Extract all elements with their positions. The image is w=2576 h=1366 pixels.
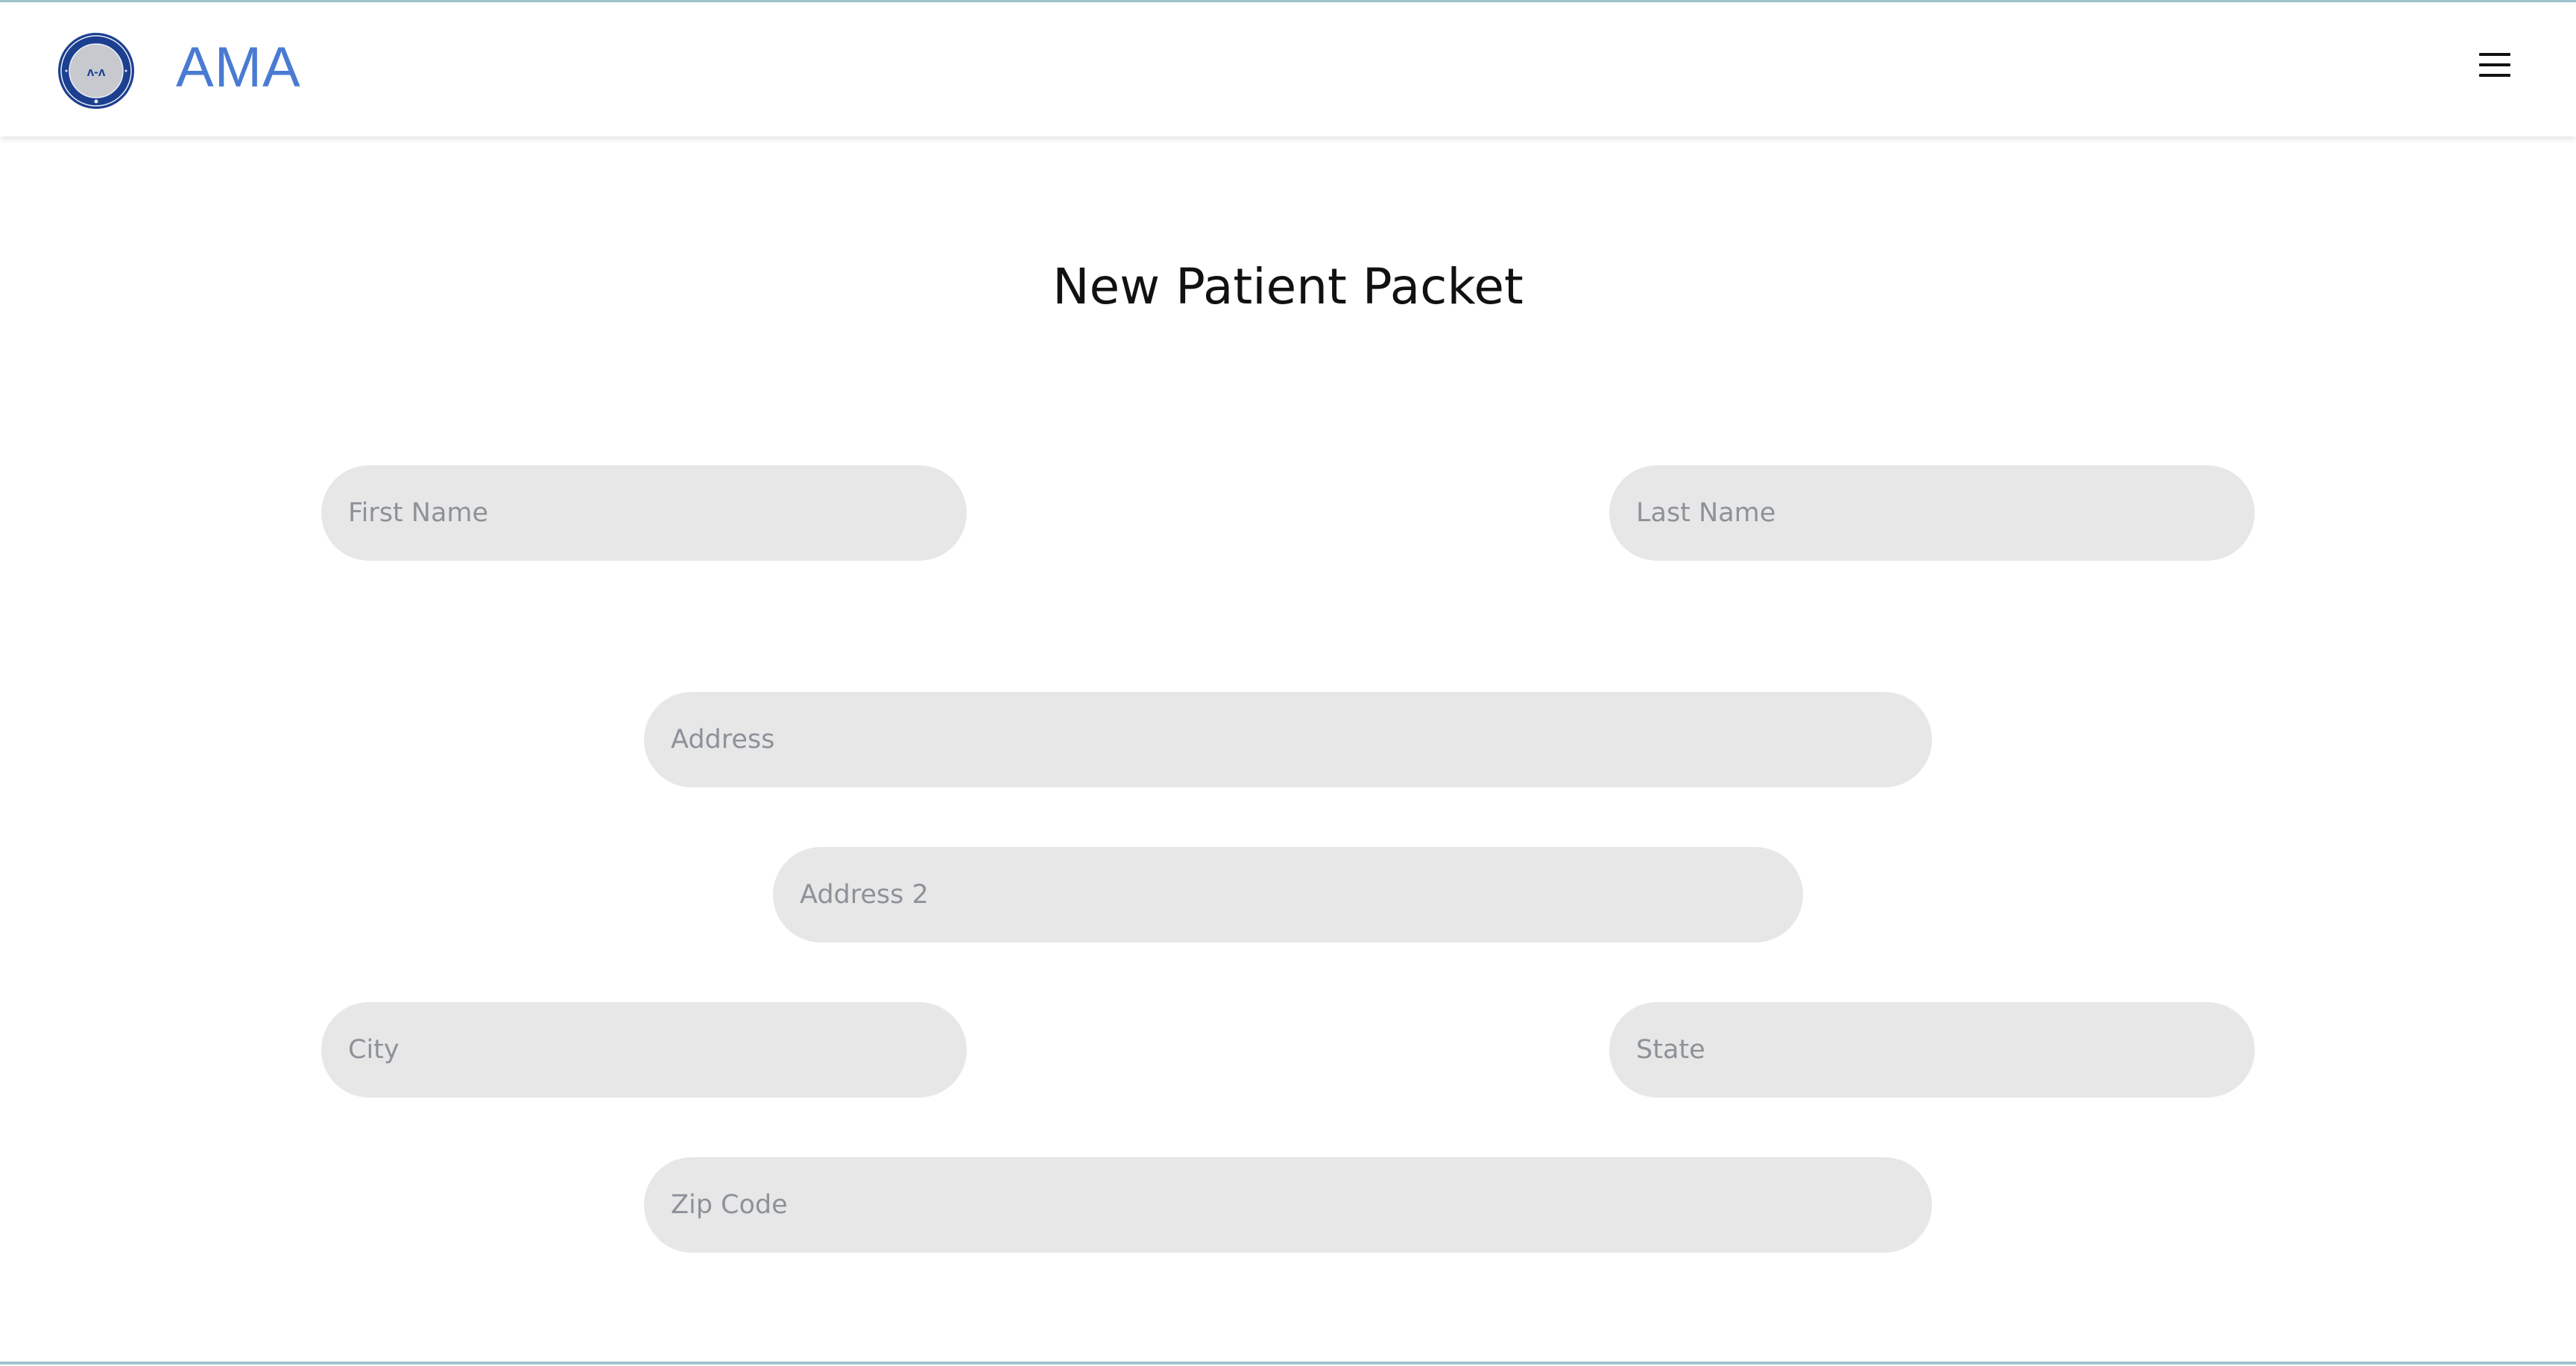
navbar: ᴧ-ᴧ AMA — [0, 2, 2576, 136]
hamburger-menu-icon[interactable] — [2476, 48, 2513, 83]
zip-code-input[interactable] — [644, 1157, 1932, 1253]
first-name-input[interactable] — [321, 465, 967, 561]
bottom-border — [0, 1362, 2576, 1365]
state-input[interactable] — [1609, 1002, 2255, 1098]
address-input[interactable] — [644, 692, 1932, 787]
brand-name[interactable]: AMA — [176, 31, 301, 105]
ama-seal-logo[interactable]: ᴧ-ᴧ — [57, 32, 135, 110]
city-input[interactable] — [321, 1002, 967, 1098]
svg-text:ᴧ-ᴧ: ᴧ-ᴧ — [87, 65, 106, 79]
last-name-input[interactable] — [1609, 465, 2255, 561]
address-2-input[interactable] — [773, 847, 1803, 942]
page-title: New Patient Packet — [1052, 258, 1524, 315]
